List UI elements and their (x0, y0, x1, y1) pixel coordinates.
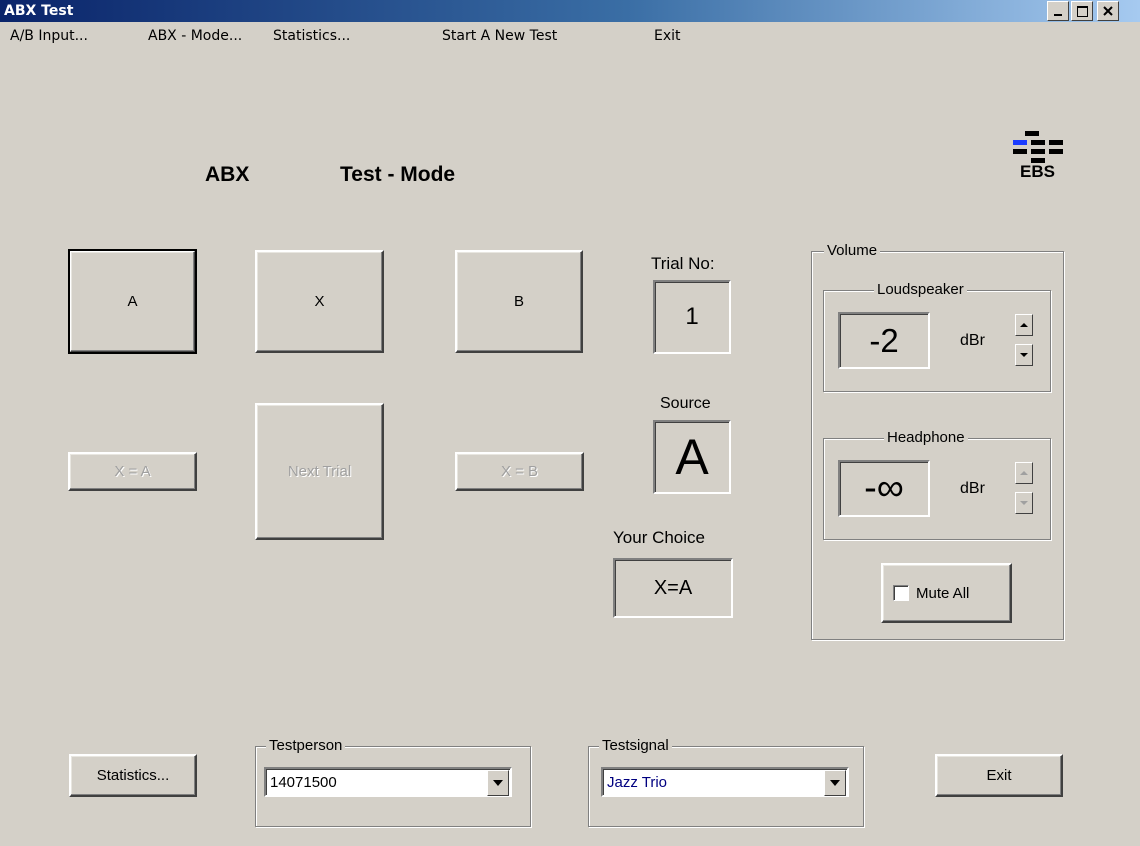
arrow-up-icon (1020, 471, 1028, 475)
source-display: A (653, 420, 731, 494)
menu-statistics[interactable]: Statistics... (273, 28, 350, 44)
mute-all-label: Mute All (916, 584, 970, 602)
testperson-dropdown-button[interactable] (487, 770, 509, 796)
testsignal-select[interactable]: Jazz Trio (601, 767, 849, 797)
next-trial-button[interactable]: Next Trial (255, 403, 384, 540)
headphone-unit: dBr (960, 480, 985, 497)
chevron-down-icon (830, 780, 840, 786)
minimize-icon (1054, 14, 1062, 16)
testsignal-label: Testsignal (599, 737, 672, 754)
ebs-logo-text: EBS (1020, 162, 1055, 181)
window-title: ABX Test (4, 3, 74, 19)
heading-abx: ABX (205, 163, 250, 186)
menu-exit[interactable]: Exit (654, 28, 681, 44)
close-button[interactable] (1097, 1, 1119, 21)
testperson-value: 14071500 (270, 774, 337, 791)
statistics-button[interactable]: Statistics... (69, 754, 197, 797)
headphone-up-button[interactable] (1015, 462, 1033, 484)
ebs-logo: EBS (1011, 127, 1069, 183)
a-button[interactable]: A (68, 249, 197, 354)
testperson-label: Testperson (266, 737, 346, 754)
menu-new-test[interactable]: Start A New Test (442, 28, 557, 44)
exit-button[interactable]: Exit (935, 754, 1063, 797)
title-bar: ABX Test (0, 0, 1140, 22)
ebs-logo-bars-icon (1013, 131, 1063, 163)
headphone-down-button[interactable] (1015, 492, 1033, 514)
loudspeaker-unit: dBr (960, 332, 985, 349)
menu-ab-input[interactable]: A/B Input... (10, 28, 88, 44)
minimize-button[interactable] (1047, 1, 1069, 21)
testsignal-dropdown-button[interactable] (824, 770, 846, 796)
trial-number-display: 1 (653, 280, 731, 354)
x-button[interactable]: X (255, 250, 384, 353)
heading-test-mode: Test - Mode (340, 163, 456, 186)
headphone-label: Headphone (884, 429, 968, 446)
x-equals-a-button[interactable]: X = A (68, 452, 197, 491)
source-label: Source (660, 395, 711, 412)
menu-abx-mode[interactable]: ABX - Mode... (148, 28, 242, 44)
arrow-down-icon (1020, 353, 1028, 357)
loudspeaker-value-display: -2 (838, 312, 930, 369)
loudspeaker-label: Loudspeaker (874, 281, 967, 298)
trial-label: Trial No: (651, 254, 715, 273)
loudspeaker-up-button[interactable] (1015, 314, 1033, 336)
choice-label: Your Choice (613, 528, 705, 547)
arrow-up-icon (1020, 323, 1028, 327)
mute-all-checkbox[interactable] (893, 585, 909, 601)
loudspeaker-down-button[interactable] (1015, 344, 1033, 366)
maximize-button[interactable] (1071, 1, 1093, 21)
arrow-down-icon (1020, 501, 1028, 505)
choice-display: X=A (613, 558, 733, 618)
testsignal-value: Jazz Trio (607, 774, 668, 791)
headphone-value-display: -∞ (838, 460, 930, 517)
volume-group-label: Volume (824, 242, 881, 259)
close-icon (1103, 6, 1113, 16)
testperson-select[interactable]: 14071500 (264, 767, 512, 797)
b-button[interactable]: B (455, 250, 583, 353)
mute-all-button[interactable]: Mute All (881, 563, 1012, 623)
chevron-down-icon (493, 780, 503, 786)
maximize-icon (1076, 5, 1088, 17)
x-equals-b-button[interactable]: X = B (455, 452, 584, 491)
